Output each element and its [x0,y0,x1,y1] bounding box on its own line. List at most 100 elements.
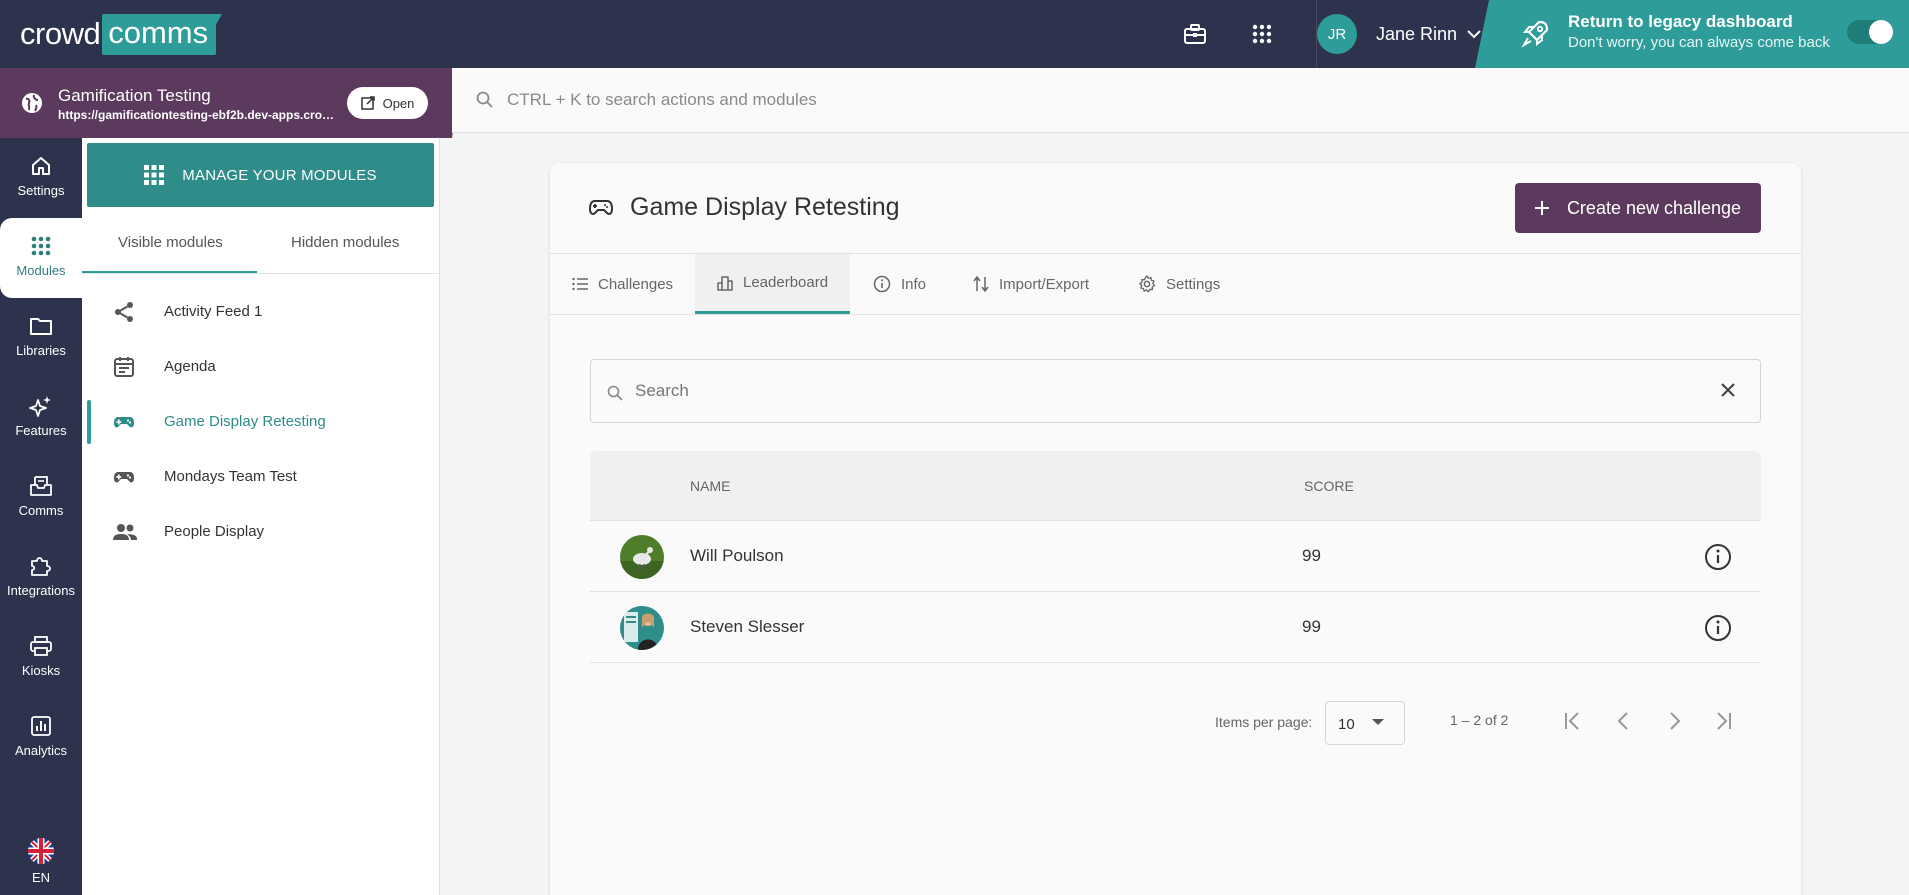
gear-icon [1139,275,1156,293]
next-page-icon[interactable] [1663,710,1685,732]
gamepad-icon [114,416,134,427]
briefcase-icon[interactable] [1179,18,1211,50]
gamepad-icon [589,200,613,215]
table-row[interactable]: Will Poulson 99 [590,521,1761,592]
player-score: 99 [1302,546,1321,565]
search-icon [607,385,623,401]
nav-label-modules: Modules [16,263,66,278]
nav-item-libraries[interactable]: Libraries [0,298,82,378]
items-per-page-select[interactable]: 10 [1325,701,1405,745]
avatar [620,606,664,650]
module-item-agenda[interactable]: Agenda [82,339,440,394]
player-name: Will Poulson [690,546,784,565]
top-bar: crowd comms JR Jane Rinn Return to legac… [0,0,1909,68]
page-title: Game Display Retesting [630,193,900,221]
tab-challenges[interactable]: Challenges [572,254,673,314]
nav-item-integrations[interactable]: Integrations [0,538,82,618]
legacy-subtitle: Don't worry, you can always come back [1568,34,1830,51]
player-name: Steven Slesser [690,617,805,636]
module-item-people-display[interactable]: People Display [82,504,440,559]
search-icon [476,91,493,108]
manage-modules-button[interactable]: MANAGE YOUR MODULES [87,143,434,207]
table-row[interactable]: Steven Slesser 99 [590,592,1761,663]
close-icon[interactable] [1720,382,1736,398]
info-icon[interactable] [1704,614,1732,642]
legacy-toggle[interactable] [1847,20,1893,44]
import-export-icon [973,275,989,293]
event-title: Gamification Testing [58,86,211,105]
list-icon [572,277,588,291]
grid-icon [144,165,165,185]
event-url: https://gamificationtesting-ebf2b.dev-ap… [58,108,336,122]
tab-label: Import/Export [999,275,1090,293]
tab-leaderboard[interactable]: Leaderboard [695,254,850,314]
legacy-dashboard-banner[interactable]: Return to legacy dashboard Don't worry, … [1475,0,1909,68]
tab-label: Info [901,275,927,293]
legacy-title: Return to legacy dashboard [1568,12,1793,31]
tabs-divider [550,314,1801,315]
language-selector[interactable]: EN [0,838,82,885]
tab-label: Challenges [598,275,674,293]
tab-visible-modules[interactable]: Visible modules [118,234,223,251]
page-range: 1 – 2 of 2 [1450,712,1509,728]
nav-item-kiosks[interactable]: Kiosks [0,618,82,698]
toggle-knob [1869,20,1893,44]
language-label: EN [31,870,51,885]
grid-icon [31,236,51,256]
create-challenge-button[interactable]: Create new challenge [1515,183,1761,233]
globe-icon [22,93,42,113]
previous-page-icon[interactable] [1613,710,1635,732]
last-page-icon[interactable] [1712,710,1734,732]
home-icon [32,157,50,175]
module-label: Mondays Team Test [164,468,297,485]
nav-label-integrations: Integrations [7,583,75,598]
player-score: 99 [1302,617,1321,636]
inbox-icon [30,476,52,496]
module-panel: MANAGE YOUR MODULES Visible modules Hidd… [82,138,440,895]
left-nav: Settings Modules Libraries Features Comm… [0,138,82,895]
logo-text-crowd: crowd [20,16,101,51]
manage-modules-label: MANAGE YOUR MODULES [182,166,377,184]
paginator: Items per page: 10 1 – 2 of 2 [550,694,1801,745]
items-per-page-label: Items per page: [1215,714,1313,730]
folder-icon [30,318,52,335]
leaderboard-search-placeholder: Search [635,381,689,400]
info-icon[interactable] [1704,543,1732,571]
column-header-score[interactable]: SCORE [1304,478,1354,494]
people-icon [113,523,137,540]
module-label: Activity Feed 1 [164,303,263,320]
nav-item-comms[interactable]: Comms [0,458,82,538]
module-item-game-display-retesting[interactable]: Game Display Retesting [82,394,440,449]
crowdcomms-logo[interactable]: crowd comms [20,12,222,56]
nav-label-comms: Comms [18,503,64,518]
tab-import-export[interactable]: Import/Export [973,254,1089,314]
apps-grid-icon[interactable] [1246,18,1278,50]
nav-item-features[interactable]: Features [0,378,82,458]
table-header: NAME SCORE [590,451,1761,521]
nav-label-analytics: Analytics [14,743,68,758]
info-icon [873,275,891,293]
tab-info[interactable]: Info [873,254,926,314]
calendar-icon [114,356,134,377]
tab-hidden-modules[interactable]: Hidden modules [291,234,399,251]
user-menu[interactable]: JR Jane Rinn [1317,0,1489,68]
tab-settings[interactable]: Settings [1138,254,1220,314]
module-label: Game Display Retesting [164,413,326,430]
items-per-page-value: 10 [1338,716,1355,733]
avatar [620,535,664,579]
nav-item-settings[interactable]: Settings [0,138,82,218]
column-header-name[interactable]: NAME [690,478,730,494]
nav-item-modules[interactable]: Modules [0,218,82,298]
global-search-bar[interactable]: CTRL + K to search actions and modules [452,68,1909,133]
logo-text-comms: comms [102,13,222,55]
tab-label: Leaderboard [743,274,829,291]
nav-item-analytics[interactable]: Analytics [0,698,82,778]
open-event-button[interactable]: Open [347,87,428,119]
create-challenge-label: Create new challenge [1566,197,1742,218]
dropdown-arrow-icon [1372,719,1384,725]
module-item-mondays-team-test[interactable]: Mondays Team Test [82,449,440,504]
chart-icon [31,716,51,736]
leaderboard-search-input[interactable]: Search [590,359,1761,423]
module-item-activity-feed[interactable]: Activity Feed 1 [82,284,440,339]
first-page-icon[interactable] [1562,710,1584,732]
